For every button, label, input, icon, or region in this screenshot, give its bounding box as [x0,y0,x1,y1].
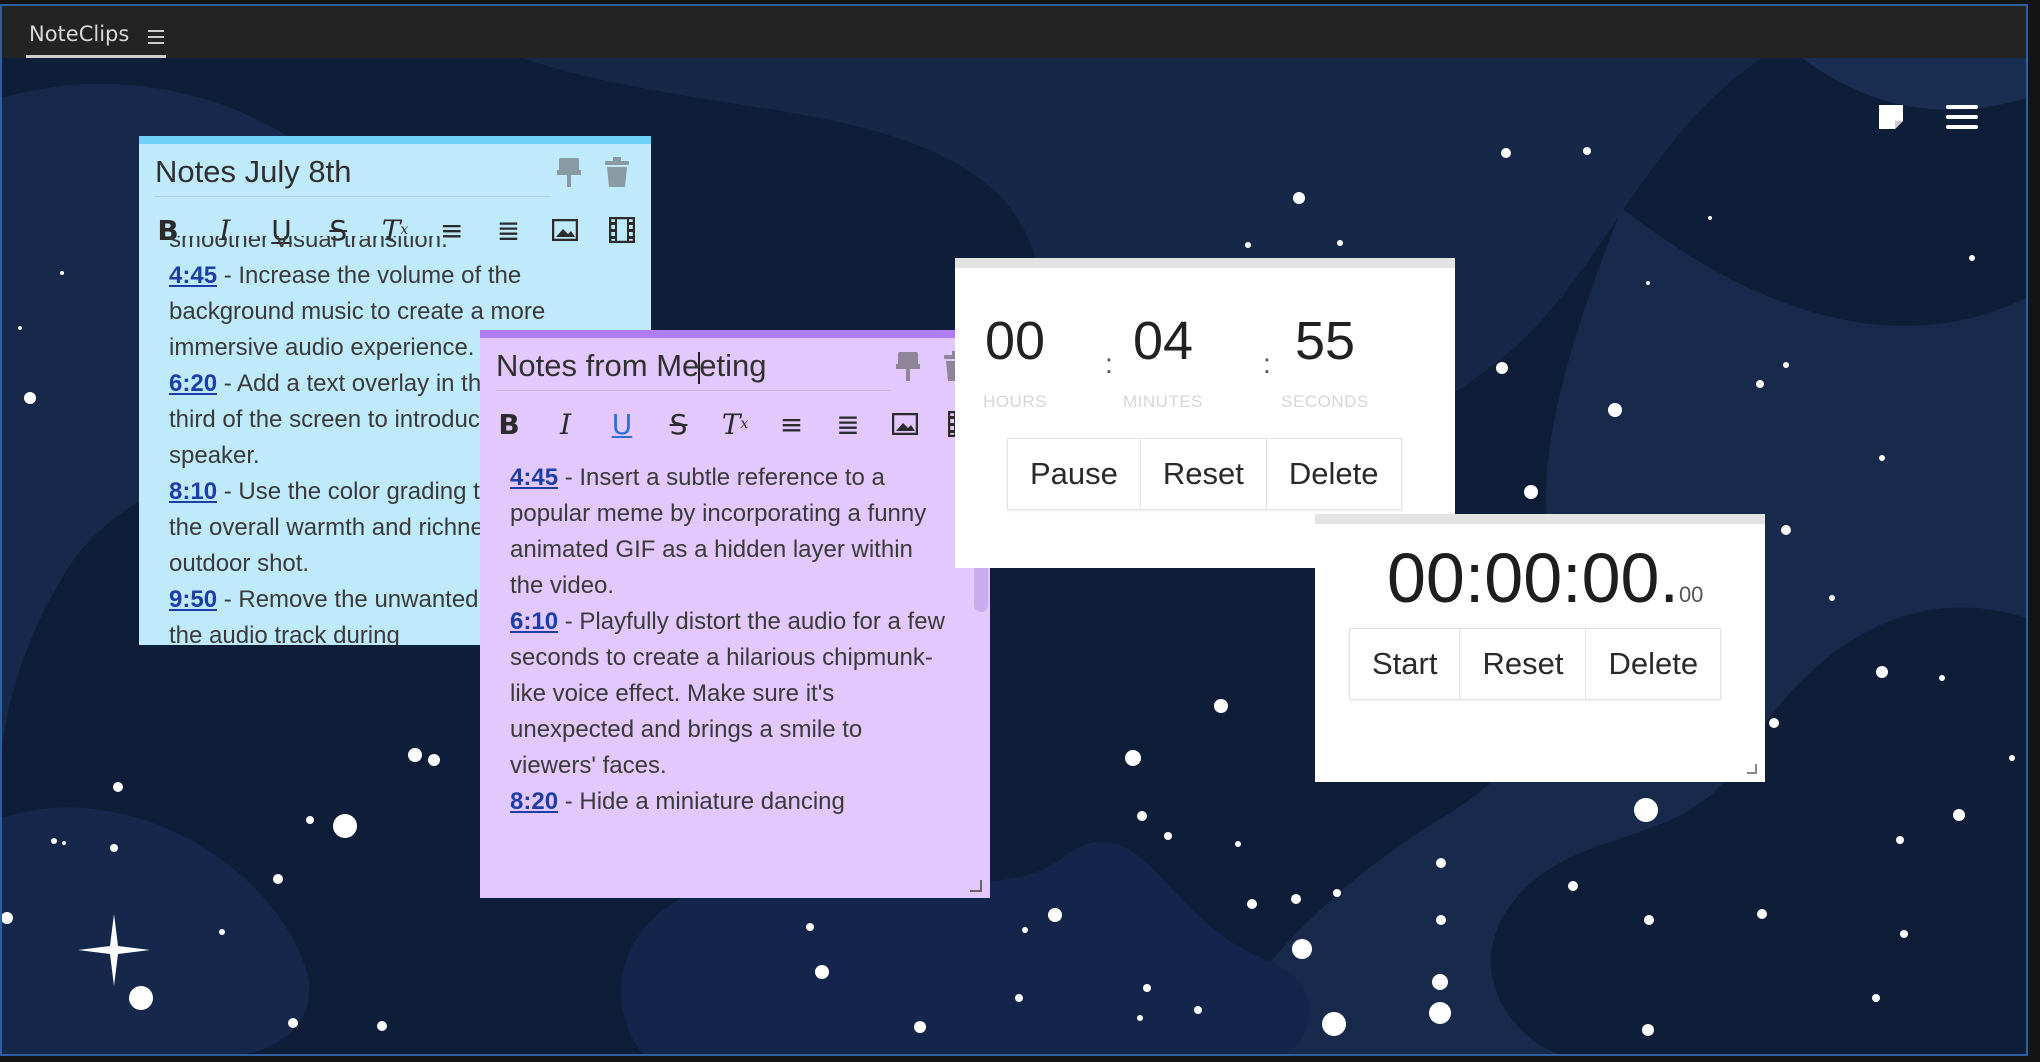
pin-icon[interactable] [894,350,922,382]
resize-handle[interactable] [970,880,982,892]
stopwatch: 00:00:00.00 Start Reset Delete [1315,514,1765,782]
timestamp-link[interactable]: 6:20 [169,370,217,397]
note-title[interactable]: Notes July 8th [155,148,551,197]
timer-hours: 00 HOURS [983,311,1047,411]
note-entry: smoother visual transition. [169,236,448,253]
timestamp-link[interactable]: 8:10 [169,478,217,505]
note-card-from-meeting[interactable]: Notes from Meeting B I U S Tx ≡ ≣ 4:45 -… [480,330,990,898]
start-button[interactable]: Start [1350,629,1461,699]
strikethrough-icon[interactable]: S [662,407,696,441]
reset-button[interactable]: Reset [1140,439,1267,509]
timer-seconds: 55 SECONDS [1281,311,1369,411]
note-entry: 8:20 - Hide a miniature dancing [510,788,845,815]
pin-icon[interactable] [555,156,583,188]
delete-button[interactable]: Delete [1586,629,1721,699]
tab-label: NoteClips [29,22,130,46]
timestamp-link[interactable]: 8:20 [510,788,558,815]
hamburger-icon[interactable] [148,30,164,44]
title-bar: NoteClips [2,6,2026,58]
pause-button[interactable]: Pause [1008,439,1141,509]
image-icon[interactable] [888,407,922,441]
trash-icon[interactable] [603,156,631,188]
underline-icon[interactable]: U [605,407,639,441]
italic-icon[interactable]: I [549,407,583,441]
timestamp-link[interactable]: 4:45 [169,262,217,289]
delete-button[interactable]: Delete [1266,439,1401,509]
timer-minutes: 04 MINUTES [1123,311,1203,411]
reset-button[interactable]: Reset [1460,629,1587,699]
bullet-list-icon[interactable]: ≡ [775,407,809,441]
numbered-list-icon[interactable]: ≣ [831,407,865,441]
format-toolbar: B I U S Tx ≡ ≣ [492,402,978,446]
tab-noteclips[interactable]: NoteClips [26,18,166,58]
bold-icon[interactable]: B [492,407,526,441]
new-sticky-note-icon[interactable] [1876,102,1906,132]
timestamp-link[interactable]: 4:45 [510,464,558,491]
note-entry: 4:45 - Insert a subtle reference to a po… [510,464,927,599]
stopwatch-display: 00:00:00.00 [1387,539,1704,617]
note-body[interactable]: 4:45 - Insert a subtle reference to a po… [510,460,950,898]
note-title[interactable]: Notes from Meeting [496,342,890,391]
clear-format-icon[interactable]: Tx [718,407,752,441]
main-menu-icon[interactable] [1946,105,1978,129]
timer-controls: Pause Reset Delete [1007,438,1402,510]
timestamp-link[interactable]: 9:50 [169,586,217,613]
note-entry: 6:10 - Playfully distort the audio for a… [510,608,945,779]
stopwatch-controls: Start Reset Delete [1349,628,1722,700]
timestamp-link[interactable]: 6:10 [510,608,558,635]
resize-handle[interactable] [1747,764,1757,774]
